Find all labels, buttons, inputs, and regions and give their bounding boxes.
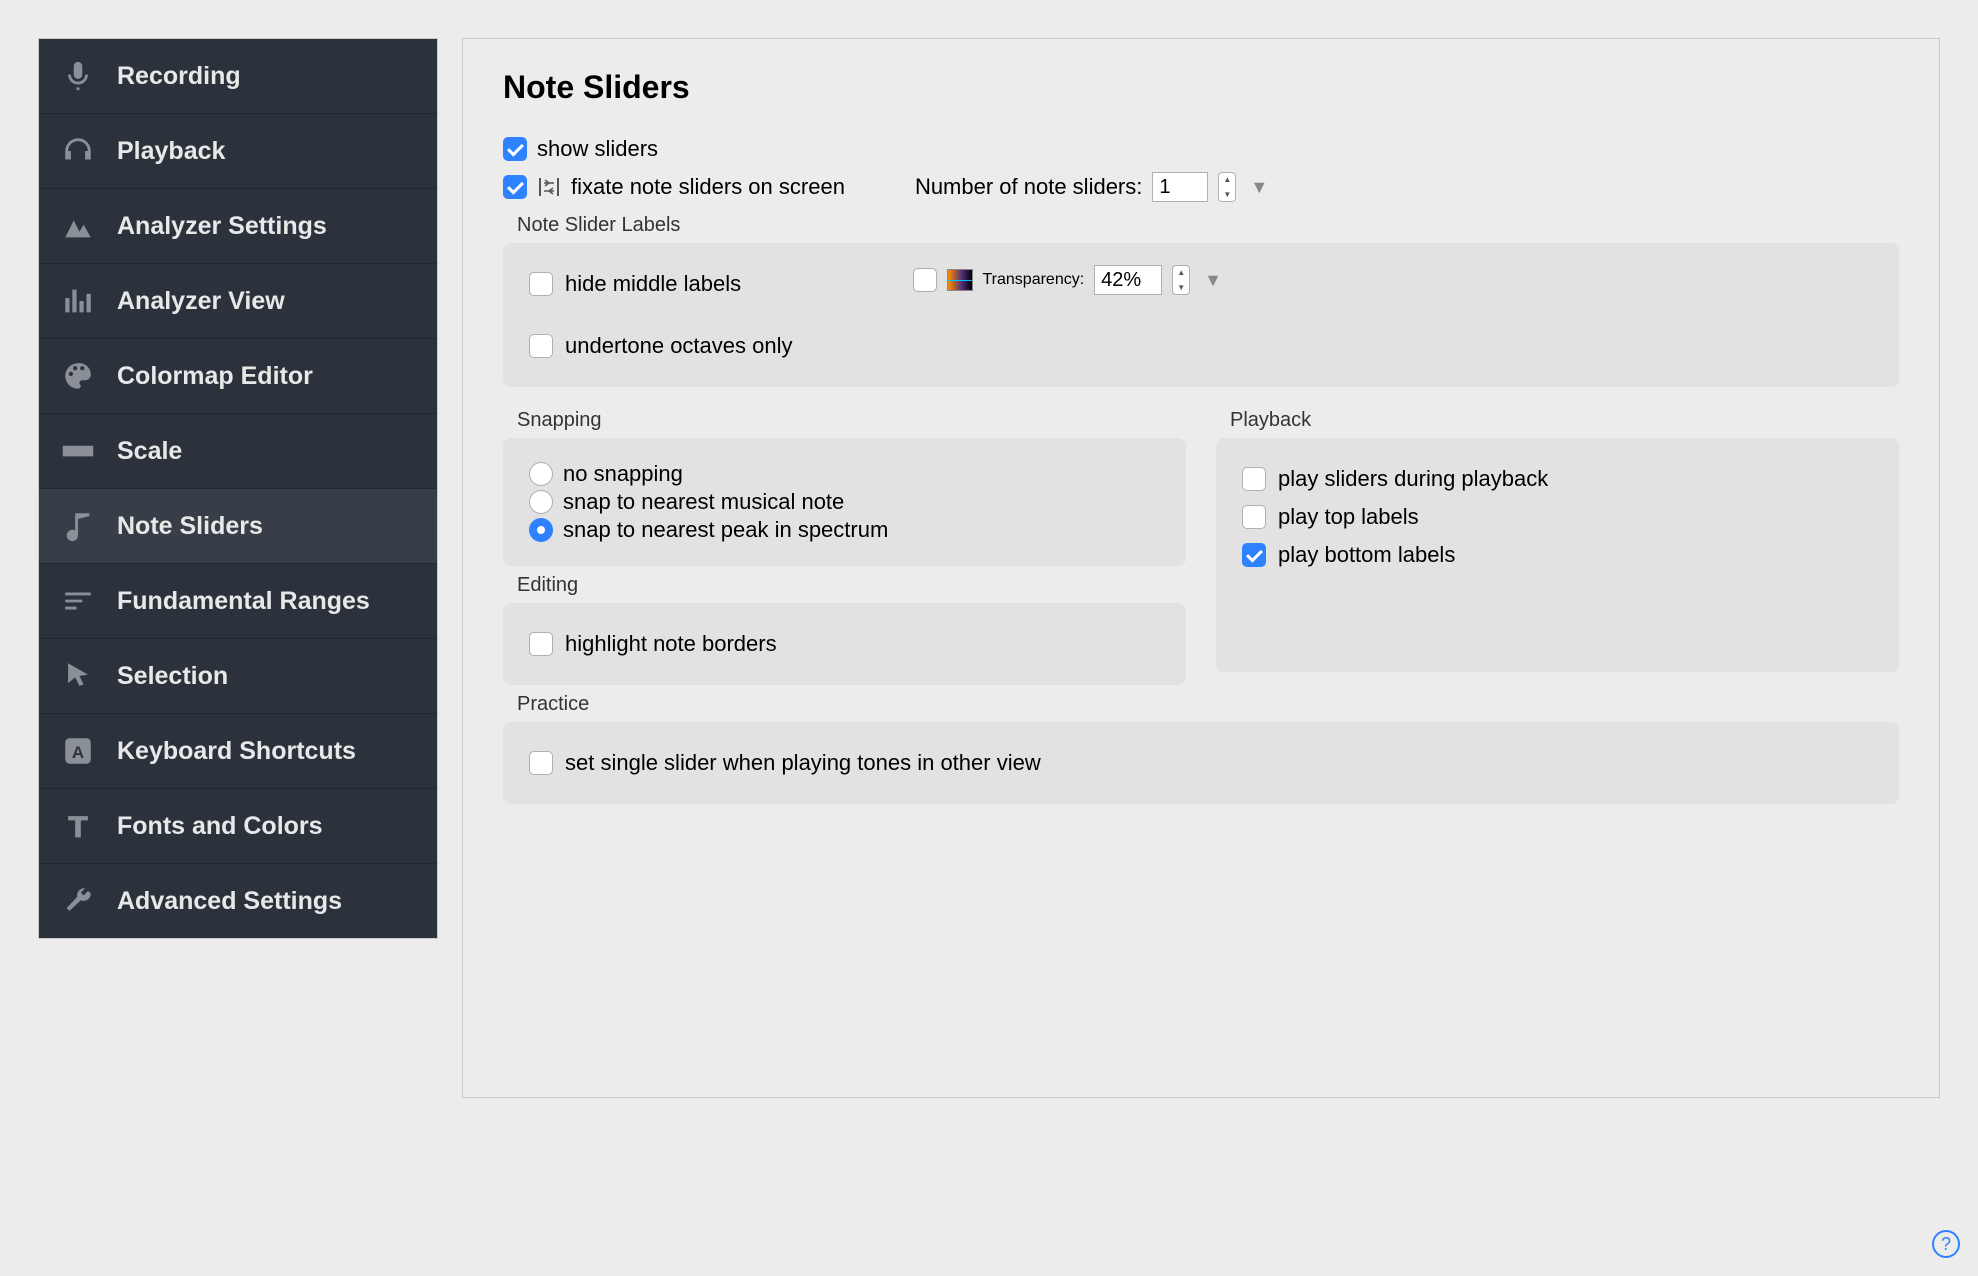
palette-icon (61, 359, 95, 393)
disclosure-triangle-icon[interactable]: ▼ (1250, 177, 1268, 198)
transparency-input[interactable] (1094, 265, 1162, 295)
play-during-label: play sliders during playback (1278, 466, 1548, 492)
fixate-checkbox[interactable] (503, 175, 527, 199)
ruler-icon (61, 434, 95, 468)
sidebar-item-label: Playback (117, 137, 225, 166)
main-panel: Note Sliders show sliders fixate note sl… (462, 38, 1940, 1098)
sidebar-item-keyboard-shortcuts[interactable]: A Keyboard Shortcuts (39, 714, 437, 789)
snapping-radio-1[interactable] (529, 490, 553, 514)
playback-group: Playback play sliders during playback pl… (1216, 409, 1899, 672)
mic-icon (61, 59, 95, 93)
fixate-icon (537, 176, 561, 198)
sidebar-item-label: Colormap Editor (117, 362, 313, 391)
hide-middle-labels-checkbox[interactable] (529, 272, 553, 296)
sidebar-item-fundamental-ranges[interactable]: Fundamental Ranges (39, 564, 437, 639)
transparency-label: Transparency: (983, 271, 1085, 289)
group-title: Playback (1230, 409, 1899, 432)
key-a-icon: A (61, 734, 95, 768)
sidebar-item-recording[interactable]: Recording (39, 39, 437, 114)
snapping-radio-2[interactable] (529, 518, 553, 542)
cursor-icon (61, 659, 95, 693)
sidebar-item-colormap-editor[interactable]: Colormap Editor (39, 339, 437, 414)
sidebar-item-advanced-settings[interactable]: Advanced Settings (39, 864, 437, 938)
help-button[interactable]: ? (1932, 1230, 1960, 1258)
sidebar-item-label: Analyzer View (117, 287, 285, 316)
sidebar-item-label: Advanced Settings (117, 887, 342, 916)
highlight-borders-label: highlight note borders (565, 631, 777, 657)
lines-icon (61, 584, 95, 618)
group-title: Note Slider Labels (517, 214, 1899, 237)
snapping-group: Snapping no snappingsnap to nearest musi… (503, 409, 1186, 566)
play-bottom-checkbox[interactable] (1242, 543, 1266, 567)
sidebar-item-label: Analyzer Settings (117, 212, 327, 241)
number-stepper[interactable]: ▲▼ (1218, 172, 1236, 202)
snapping-radio-0[interactable] (529, 462, 553, 486)
transparency-stepper[interactable]: ▲▼ (1172, 265, 1190, 295)
group-title: Practice (517, 693, 1899, 716)
sidebar-item-analyzer-settings[interactable]: Analyzer Settings (39, 189, 437, 264)
sidebar-item-label: Note Sliders (117, 512, 263, 541)
play-bottom-label: play bottom labels (1278, 542, 1455, 568)
single-slider-checkbox[interactable] (529, 751, 553, 775)
highlight-borders-checkbox[interactable] (529, 632, 553, 656)
sidebar-item-label: Selection (117, 662, 228, 691)
sidebar: Recording Playback Analyzer Settings Analyz… (38, 38, 438, 939)
sidebar-item-label: Fundamental Ranges (117, 587, 370, 616)
bars-icon (61, 284, 95, 318)
fixate-label: fixate note sliders on screen (571, 174, 845, 200)
editing-group: Editing highlight note borders (503, 574, 1186, 685)
number-of-sliders-label: Number of note sliders: (915, 174, 1142, 200)
sidebar-item-label: Fonts and Colors (117, 812, 323, 841)
snapping-option-label: no snapping (563, 461, 683, 487)
undertone-label: undertone octaves only (565, 333, 793, 359)
play-top-label: play top labels (1278, 504, 1419, 530)
note-slider-labels-group: Note Slider Labels hide middle labels un… (503, 214, 1899, 387)
number-of-sliders-input[interactable] (1152, 172, 1208, 202)
mountains-icon (61, 209, 95, 243)
transparency-enable-checkbox[interactable] (913, 268, 937, 292)
sidebar-item-label: Keyboard Shortcuts (117, 737, 356, 766)
group-title: Editing (517, 574, 1186, 597)
sidebar-item-scale[interactable]: Scale (39, 414, 437, 489)
sidebar-item-label: Recording (117, 62, 241, 91)
show-sliders-checkbox[interactable] (503, 137, 527, 161)
headphones-icon (61, 134, 95, 168)
colormap-swatch-icon (947, 269, 973, 291)
wrench-icon (61, 884, 95, 918)
single-slider-label: set single slider when playing tones in … (565, 750, 1041, 776)
undertone-checkbox[interactable] (529, 334, 553, 358)
play-top-checkbox[interactable] (1242, 505, 1266, 529)
page-title: Note Sliders (503, 69, 1899, 106)
sidebar-item-playback[interactable]: Playback (39, 114, 437, 189)
sidebar-item-note-sliders[interactable]: Note Sliders (39, 489, 437, 564)
play-during-checkbox[interactable] (1242, 467, 1266, 491)
sidebar-item-fonts-and-colors[interactable]: Fonts and Colors (39, 789, 437, 864)
svg-text:A: A (72, 743, 84, 762)
sidebar-item-label: Scale (117, 437, 182, 466)
sidebar-item-selection[interactable]: Selection (39, 639, 437, 714)
show-sliders-label: show sliders (537, 136, 658, 162)
note-icon (61, 509, 95, 543)
type-t-icon (61, 809, 95, 843)
practice-group: Practice set single slider when playing … (503, 693, 1899, 804)
snapping-option-label: snap to nearest peak in spectrum (563, 517, 888, 543)
disclosure-triangle-icon[interactable]: ▼ (1204, 270, 1222, 291)
hide-middle-labels-label: hide middle labels (565, 271, 741, 297)
snapping-option-label: snap to nearest musical note (563, 489, 844, 515)
sidebar-item-analyzer-view[interactable]: Analyzer View (39, 264, 437, 339)
group-title: Snapping (517, 409, 1186, 432)
